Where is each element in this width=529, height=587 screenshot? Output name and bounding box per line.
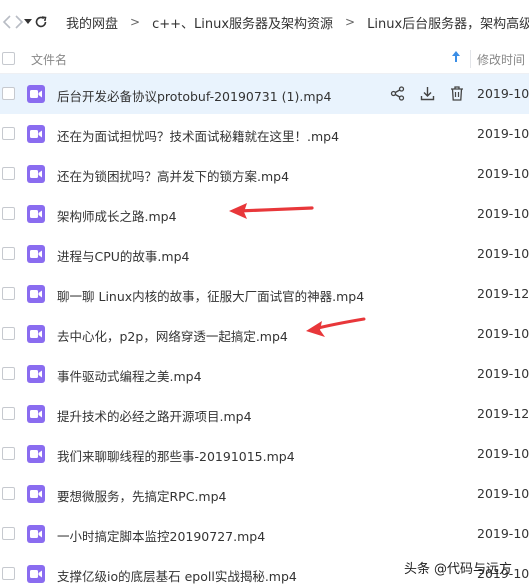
row-checkbox[interactable] (2, 247, 15, 260)
modified-time: 2019-10- (477, 206, 529, 221)
row-checkbox[interactable] (2, 327, 15, 340)
video-file-icon (27, 525, 45, 543)
video-file-icon (27, 325, 45, 343)
row-checkbox[interactable] (2, 367, 15, 380)
table-row[interactable]: 一小时搞定脚本监控20190727.mp4 2019-10- (0, 514, 529, 554)
modified-time: 2019-10- (477, 246, 529, 261)
column-header-time[interactable]: 修改时间 (477, 51, 525, 68)
file-name[interactable]: 事件驱动式编程之美.mp4 (57, 366, 202, 385)
table-row[interactable]: 事件驱动式编程之美.mp4 2019-10- (0, 354, 529, 394)
row-checkbox[interactable] (2, 567, 15, 580)
table-row[interactable]: 进程与CPU的故事.mp4 2019-10- (0, 234, 529, 274)
file-name[interactable]: 后台开发必备协议protobuf-20190731 (1).mp4 (57, 86, 331, 105)
breadcrumb-separator: > (345, 15, 356, 29)
navigation-bar: 我的网盘 > c++、Linux服务器及架构资源 > Linux后台服务器，架构… (0, 0, 529, 44)
video-file-icon (27, 285, 45, 303)
breadcrumb-current[interactable]: Linux后台服务器，架构高级 (367, 13, 529, 32)
table-row[interactable]: 还在为锁困扰吗？高并发下的锁方案.mp4 2019-10- (0, 154, 529, 194)
chevron-left-icon[interactable] (2, 10, 12, 34)
file-name[interactable]: 提升技术的必经之路开源项目.mp4 (57, 406, 252, 425)
column-divider[interactable] (470, 50, 471, 68)
video-file-icon (27, 205, 45, 223)
breadcrumb-folder[interactable]: c++、Linux服务器及架构资源 (152, 13, 333, 32)
file-name[interactable]: 还在为面试担忧吗？技术面试秘籍就在这里！.mp4 (57, 126, 339, 145)
watermark-prefix: 头条 (404, 562, 431, 577)
watermark: 头条 @代码与远方 (404, 558, 512, 577)
modified-time: 2019-12- (477, 406, 529, 421)
video-file-icon (27, 405, 45, 423)
row-checkbox[interactable] (2, 447, 15, 460)
video-file-icon (27, 445, 45, 463)
file-name[interactable]: 聊一聊 Linux内核的故事，征服大厂面试官的神器.mp4 (57, 286, 364, 305)
file-name[interactable]: 进程与CPU的故事.mp4 (57, 246, 189, 265)
video-file-icon (27, 365, 45, 383)
modified-time: 2019-10- (477, 446, 529, 461)
video-file-icon (27, 85, 45, 103)
chevron-right-icon[interactable] (14, 10, 24, 34)
row-checkbox[interactable] (2, 167, 15, 180)
file-name[interactable]: 去中心化，p2p，网络穿透一起搞定.mp4 (57, 326, 288, 345)
modified-time: 2019-10- (477, 326, 529, 341)
file-name[interactable]: 支撑亿级io的底层基石 epoll实战揭秘.mp4 (57, 566, 297, 585)
dropdown-icon[interactable] (24, 10, 32, 34)
video-file-icon (27, 245, 45, 263)
table-row[interactable]: 我们来聊聊线程的那些事-20191015.mp4 2019-10- (0, 434, 529, 474)
table-row[interactable]: 架构师成长之路.mp4 2019-10- (0, 194, 529, 234)
file-name[interactable]: 我们来聊聊线程的那些事-20191015.mp4 (57, 446, 295, 465)
row-checkbox[interactable] (2, 87, 15, 100)
breadcrumb-root[interactable]: 我的网盘 (66, 13, 118, 32)
row-checkbox[interactable] (2, 287, 15, 300)
file-name[interactable]: 一小时搞定脚本监控20190727.mp4 (57, 526, 265, 545)
modified-time: 2019-10- (477, 486, 529, 501)
video-file-icon (27, 165, 45, 183)
row-checkbox[interactable] (2, 527, 15, 540)
sort-up-icon[interactable] (452, 51, 460, 65)
modified-time: 2019-10- (477, 166, 529, 181)
row-checkbox[interactable] (2, 127, 15, 140)
file-list: 后台开发必备协议protobuf-20190731 (1).mp4 2019-10… (0, 74, 529, 587)
download-icon[interactable] (418, 84, 436, 102)
video-file-icon (27, 125, 45, 143)
row-checkbox[interactable] (2, 407, 15, 420)
table-row[interactable]: 去中心化，p2p，网络穿透一起搞定.mp4 2019-10- (0, 314, 529, 354)
table-row[interactable]: 要想微服务，先搞定RPC.mp4 2019-10- (0, 474, 529, 514)
column-header-name[interactable]: 文件名 (31, 51, 67, 68)
table-row[interactable]: 聊一聊 Linux内核的故事，征服大厂面试官的神器.mp4 2019-12- (0, 274, 529, 314)
trash-icon[interactable] (448, 84, 466, 102)
modified-time: 2019-10- (477, 526, 529, 541)
row-checkbox[interactable] (2, 207, 15, 220)
row-checkbox[interactable] (2, 487, 15, 500)
file-name[interactable]: 还在为锁困扰吗？高并发下的锁方案.mp4 (57, 166, 289, 185)
modified-time: 2019-10- (477, 126, 529, 141)
breadcrumb-separator: > (130, 15, 141, 29)
table-header: 文件名 修改时间 (0, 44, 529, 74)
file-name[interactable]: 要想微服务，先搞定RPC.mp4 (57, 486, 227, 505)
watermark-handle: @代码与远方 (434, 562, 513, 577)
table-row[interactable]: 后台开发必备协议protobuf-20190731 (1).mp4 2019-10… (0, 74, 529, 114)
modified-time: 2019-10- (477, 86, 529, 101)
video-file-icon (27, 565, 45, 583)
file-name[interactable]: 架构师成长之路.mp4 (57, 206, 177, 225)
table-row[interactable]: 提升技术的必经之路开源项目.mp4 2019-12- (0, 394, 529, 434)
modified-time: 2019-12- (477, 286, 529, 301)
row-actions (388, 84, 466, 102)
modified-time: 2019-10- (477, 366, 529, 381)
select-all-checkbox[interactable] (2, 52, 15, 65)
refresh-icon[interactable] (34, 10, 48, 34)
video-file-icon (27, 485, 45, 503)
table-row[interactable]: 还在为面试担忧吗？技术面试秘籍就在这里！.mp4 2019-10- (0, 114, 529, 154)
share-icon[interactable] (388, 84, 406, 102)
